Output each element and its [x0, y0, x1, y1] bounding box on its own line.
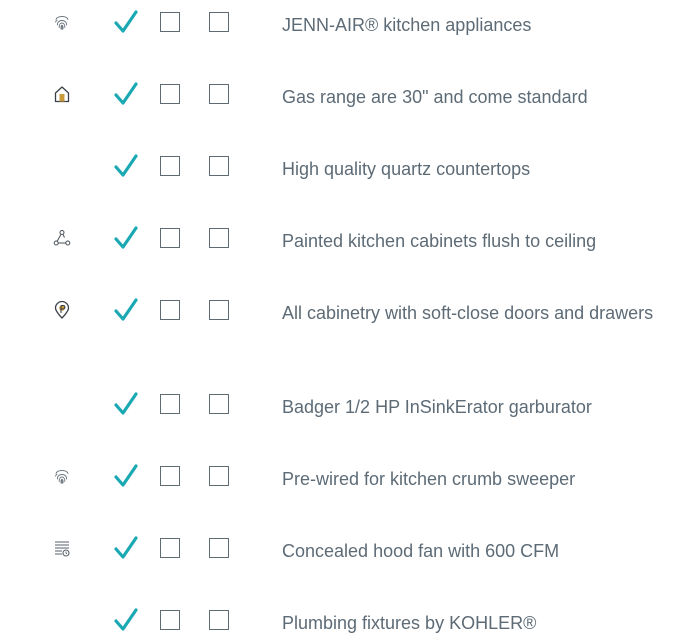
fingerprint-icon [53, 13, 71, 31]
features-checklist: JENN-AIR® kitchen appliances Gas range a… [0, 0, 687, 640]
option-checkbox[interactable] [160, 228, 180, 248]
option-checkbox[interactable] [160, 610, 180, 630]
list-item: High quality quartz countertops [0, 146, 687, 186]
item-label: Plumbing fixtures by KOHLER® [282, 613, 537, 633]
item-label: Badger 1/2 HP InSinkErator garburator [282, 397, 592, 417]
option-checkbox[interactable] [209, 300, 229, 320]
checkmark-icon [113, 81, 139, 107]
option-checkbox[interactable] [209, 394, 229, 414]
option-checkbox[interactable] [209, 538, 229, 558]
option-checkbox[interactable] [160, 466, 180, 486]
option-checkbox[interactable] [160, 84, 180, 104]
checkmark-icon [113, 463, 139, 489]
item-label: Pre-wired for kitchen crumb sweeper [282, 469, 576, 489]
item-label: Gas range are 30" and come standard [282, 87, 588, 107]
checkmark-icon [113, 391, 139, 417]
checkmark-icon [113, 535, 139, 561]
list-item: All cabinetry with soft-close doors and … [0, 290, 687, 330]
list-item: Painted kitchen cabinets flush to ceilin… [0, 218, 687, 258]
option-checkbox[interactable] [209, 466, 229, 486]
list-item: JENN-AIR® kitchen appliances [0, 2, 687, 42]
checkmark-icon [113, 153, 139, 179]
option-checkbox[interactable] [209, 84, 229, 104]
checkmark-icon [113, 225, 139, 251]
option-checkbox[interactable] [160, 156, 180, 176]
fingerprint-icon [53, 467, 71, 485]
item-label: All cabinetry with soft-close doors and … [282, 303, 654, 323]
network-nodes-icon [53, 229, 71, 247]
list-item: Pre-wired for kitchen crumb sweeper [0, 456, 687, 496]
item-label: Concealed hood fan with 600 CFM [282, 541, 560, 561]
list-item: Gas range are 30" and come standard [0, 74, 687, 114]
option-checkbox[interactable] [209, 228, 229, 248]
checkmark-icon [113, 9, 139, 35]
option-checkbox[interactable] [160, 394, 180, 414]
item-label: High quality quartz countertops [282, 159, 531, 179]
list-clock-icon [53, 539, 71, 557]
item-label: Painted kitchen cabinets flush to ceilin… [282, 231, 597, 251]
option-checkbox[interactable] [160, 12, 180, 32]
option-checkbox[interactable] [160, 538, 180, 558]
option-checkbox[interactable] [209, 156, 229, 176]
location-pin-icon [53, 301, 71, 319]
home-icon [53, 85, 71, 103]
option-checkbox[interactable] [209, 12, 229, 32]
item-label: JENN-AIR® kitchen appliances [282, 15, 532, 35]
checkmark-icon [113, 297, 139, 323]
list-item: Badger 1/2 HP InSinkErator garburator [0, 384, 687, 424]
checkmark-icon [113, 607, 139, 633]
list-item: Plumbing fixtures by KOHLER® [0, 600, 687, 640]
option-checkbox[interactable] [160, 300, 180, 320]
list-item: Concealed hood fan with 600 CFM [0, 528, 687, 568]
option-checkbox[interactable] [209, 610, 229, 630]
